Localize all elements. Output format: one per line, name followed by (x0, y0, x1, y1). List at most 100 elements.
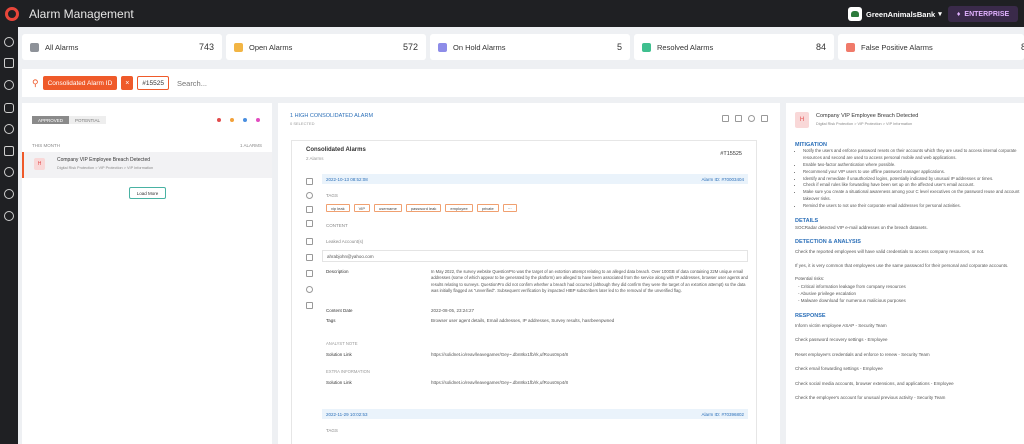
list-item: Check if email rules like forwarding hav… (803, 182, 1020, 189)
globe-icon[interactable] (4, 80, 14, 90)
enterprise-badge[interactable]: ♦ ENTERPRISE (948, 6, 1018, 22)
tag[interactable]: private (476, 204, 499, 212)
tag[interactable]: employee (445, 204, 473, 212)
check-icon[interactable] (748, 115, 755, 122)
alarm-list-panel: APPROVED POTENTIAL THIS MONTH 1 ALARMS H… (22, 103, 272, 444)
response-item: Check social media accounts, browser ext… (795, 380, 954, 386)
scan-icon[interactable] (4, 58, 14, 68)
share-icon[interactable] (306, 302, 313, 309)
solution-link[interactable]: https://solidnet.io/reav/leavegamer/Gey~… (431, 352, 568, 359)
stat-on-hold-alarms[interactable]: On Hold Alarms 5 (430, 34, 630, 60)
approval-toggle: APPROVED POTENTIAL (32, 116, 107, 124)
target-icon[interactable] (4, 124, 14, 134)
tags-list: vip leak VIP username password leak empl… (326, 204, 521, 212)
risk-text: Malware download for numerous malicious … (800, 298, 906, 304)
alarm-date: 2022-10-13 08:52:08 (326, 176, 368, 182)
selected-count: 0 SELECTED (290, 121, 315, 126)
card-title: Consolidated Alarms (306, 147, 366, 153)
gear-icon[interactable] (4, 211, 14, 221)
content-date: 2022-08-05, 23:24:27 (431, 308, 475, 313)
people-icon[interactable] (4, 189, 14, 199)
status-swatch (642, 42, 651, 52)
flag-icon[interactable] (306, 254, 313, 261)
tags-label: TAGS (326, 428, 338, 433)
alarm-title: Company VIP Employee Breach Detected (57, 157, 151, 163)
critical-dot[interactable] (217, 118, 221, 122)
remove-filter-button[interactable]: × (121, 76, 134, 90)
alarm-icon[interactable] (4, 146, 14, 156)
status-swatch (234, 42, 243, 52)
clock-icon[interactable] (306, 286, 313, 293)
tag[interactable]: vip leak (326, 204, 350, 212)
solution-label: Solution Link (326, 352, 352, 357)
stat-open-alarms[interactable]: Open Alarms 572 (226, 34, 426, 60)
tags-label: TAGS (326, 193, 338, 198)
search-bar: ⚲ Consolidated Alarm ID × #15525 (22, 69, 1024, 97)
stat-value: 743 (198, 42, 214, 52)
copy-icon[interactable] (722, 115, 729, 122)
mail-icon[interactable] (306, 270, 313, 277)
checkbox-icon[interactable] (306, 178, 313, 185)
page-title: Alarm Management (29, 6, 134, 21)
alarm-row-header[interactable]: 2022-10-13 08:52:08 Alarm ID: #70003404 (322, 174, 748, 184)
tab-approved[interactable]: APPROVED (32, 116, 70, 124)
tenant-switcher[interactable]: GreenAnimalsBank ▾ (848, 5, 942, 23)
load-more-button[interactable]: Load More (129, 187, 166, 199)
group-count: 1 ALARMS (239, 143, 262, 148)
search-input[interactable] (176, 78, 377, 88)
stat-value: 84 (815, 42, 826, 52)
thumbs-down-icon[interactable] (306, 220, 313, 227)
home-icon[interactable] (4, 37, 14, 47)
stat-label: On Hold Alarms (453, 42, 506, 52)
solution-link[interactable]: https://solidnet.io/reav/leavegamer/Gey~… (431, 380, 568, 387)
search-icon: ⚲ (32, 77, 39, 88)
risk-item: - Critical information leakage from comp… (798, 283, 906, 289)
alarm-detail-panel: 1 HIGH CONSOLIDATED ALARM 0 SELECTED Con… (278, 103, 780, 444)
low-dot[interactable] (256, 118, 260, 122)
sidebar (0, 27, 18, 444)
leaked-account: ahrabjohn@yahoo.com (327, 253, 374, 259)
risk-item: - Abusive privilege escalation (798, 290, 857, 296)
tag[interactable]: VIP (353, 204, 371, 212)
plan-label: ENTERPRISE (964, 10, 1010, 18)
stat-false-positive-alarms[interactable]: False Positive Alarms 8 (838, 34, 1024, 60)
list-item: Make sure you create a situational aware… (803, 189, 1020, 203)
more-tags-button[interactable]: ··· (502, 204, 517, 212)
tenant-name: GreenAnimalsBank (866, 9, 936, 19)
tags-row-label: Tags (326, 318, 336, 323)
pause-icon[interactable] (735, 115, 742, 122)
high-dot[interactable] (230, 118, 234, 122)
thumbs-down-icon[interactable] (761, 115, 768, 122)
stat-all-alarms[interactable]: All Alarms 743 (22, 34, 222, 60)
radar-icon[interactable] (4, 167, 14, 177)
medium-dot[interactable] (243, 118, 247, 122)
tag[interactable]: username (374, 204, 402, 212)
tag[interactable]: password leak (405, 204, 442, 212)
filter-chip[interactable]: Consolidated Alarm ID (42, 76, 118, 90)
risk-item: - Malware download for numerous maliciou… (798, 298, 906, 304)
stat-label: Open Alarms (249, 42, 293, 52)
severity-filter (217, 118, 260, 122)
list-item: Notify the users and enforce password re… (803, 148, 1020, 162)
alarm-stats: All Alarms 743 Open Alarms 572 On Hold A… (22, 34, 1024, 60)
list-item: Identify and remediate if unauthorized l… (803, 176, 1020, 183)
detection-text: Check the reported employees will have v… (795, 249, 985, 255)
card-subtitle: 2 Alarms (306, 156, 324, 161)
stat-resolved-alarms[interactable]: Resolved Alarms 84 (634, 34, 834, 60)
analysis-label: ANALYST NOTE (326, 341, 358, 346)
shield-icon[interactable] (4, 103, 14, 113)
alarm-subtitle: Digital Risk Protection > VIP Protection… (57, 166, 154, 170)
group-label: THIS MONTH (32, 143, 60, 148)
check-circle-icon[interactable] (306, 192, 313, 199)
app-logo-icon[interactable] (5, 6, 19, 21)
filter-value[interactable]: #15525 (137, 76, 169, 90)
stat-value: 572 (402, 42, 418, 52)
extra-info-label: EXTRA INFORMATION (326, 369, 370, 374)
stat-value: 5 (616, 42, 622, 52)
card-id: #T15525 (720, 151, 742, 157)
list-item[interactable]: H Company VIP Employee Breach Detected D… (22, 152, 272, 178)
tab-potential[interactable]: POTENTIAL (69, 116, 107, 124)
pause-icon[interactable] (306, 206, 313, 213)
alarm-row-header[interactable]: 2022-11-29 10:02:53 Alarm ID: #70396802 (322, 409, 748, 419)
comment-icon[interactable] (306, 238, 313, 245)
